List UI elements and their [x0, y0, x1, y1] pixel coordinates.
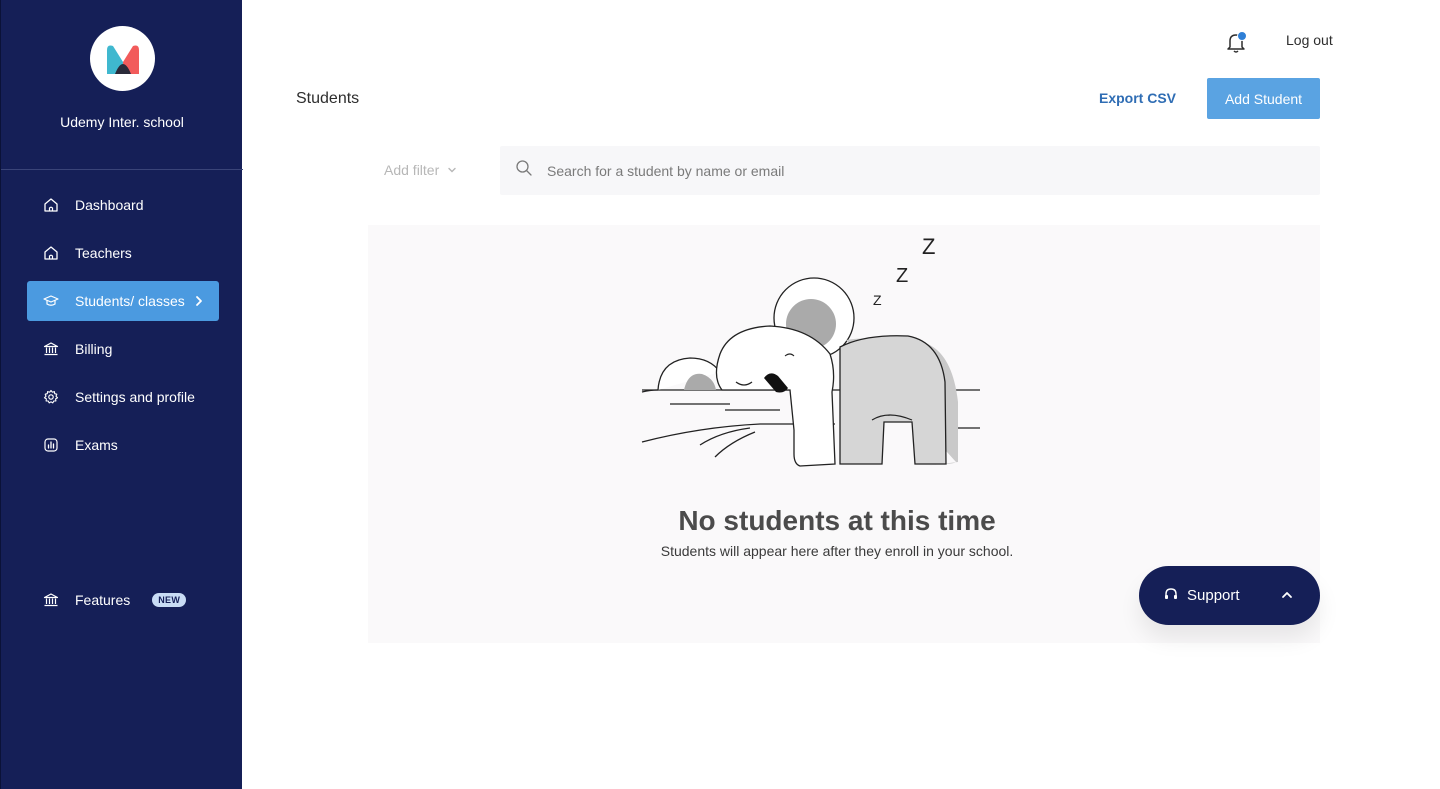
notification-dot [1237, 31, 1247, 41]
search-input[interactable]: Search for a student by name or email [500, 146, 1320, 195]
headset-icon [1163, 586, 1179, 606]
chevron-right-icon [191, 293, 207, 312]
school-name: Udemy Inter. school [60, 114, 184, 130]
empty-state-title: No students at this time [678, 505, 996, 536]
logout-link[interactable]: Log out [1286, 32, 1333, 48]
sidebar-item-label: Exams [75, 437, 118, 453]
sidebar-item-label: Students/ classes [75, 293, 185, 309]
home-icon [41, 243, 61, 263]
sidebar-item-exams[interactable]: Exams [27, 425, 219, 465]
add-student-button[interactable]: Add Student [1207, 78, 1320, 119]
chevron-up-icon [1280, 588, 1294, 606]
empty-state-subtitle: Students will appear here after they enr… [660, 543, 1014, 559]
support-label: Support [1187, 587, 1240, 604]
svg-text:Z: Z [896, 265, 908, 287]
sidebar-item-label: Billing [75, 341, 113, 357]
bank-icon [41, 339, 61, 359]
search-placeholder: Search for a student by name or email [547, 162, 785, 179]
sleeping-koala-illustration: Z Z Z [641, 234, 980, 467]
home-icon [41, 195, 61, 215]
new-badge: NEW [152, 593, 187, 607]
support-button[interactable]: Support [1139, 566, 1320, 625]
svg-text:Z: Z [873, 292, 882, 308]
sidebar: Udemy Inter. school Dashboard Teachers S… [0, 0, 243, 789]
export-csv-button[interactable]: Export CSV [1099, 90, 1176, 106]
chart-icon [41, 435, 61, 455]
logo-icon [106, 45, 139, 74]
bank-icon [41, 590, 61, 610]
sidebar-item-label: Dashboard [75, 197, 144, 213]
graduation-cap-icon [41, 291, 61, 311]
add-filter-label: Add filter [384, 162, 440, 178]
chevron-down-icon [448, 167, 456, 173]
sidebar-item-dashboard[interactable]: Dashboard [27, 185, 219, 225]
svg-text:Z: Z [922, 234, 935, 259]
school-logo[interactable] [90, 26, 155, 91]
sidebar-item-billing[interactable]: Billing [27, 329, 219, 369]
sidebar-item-label: Features [75, 592, 131, 608]
sidebar-item-settings[interactable]: Settings and profile [27, 377, 219, 417]
sidebar-item-students-classes[interactable]: Students/ classes [27, 281, 219, 321]
sidebar-item-label: Teachers [75, 245, 132, 261]
add-filter-dropdown[interactable]: Add filter [384, 162, 457, 178]
search-icon [515, 159, 533, 182]
page-title: Students [296, 90, 360, 107]
gear-icon [41, 387, 61, 407]
sidebar-item-features[interactable]: Features NEW [27, 580, 219, 620]
sidebar-item-teachers[interactable]: Teachers [27, 233, 219, 273]
sidebar-item-label: Settings and profile [75, 389, 195, 405]
sidebar-divider [1, 169, 243, 170]
